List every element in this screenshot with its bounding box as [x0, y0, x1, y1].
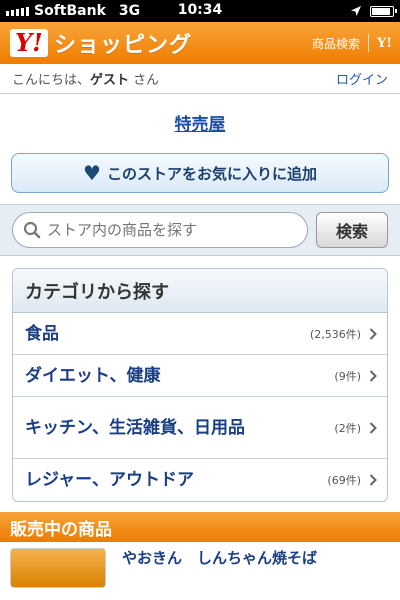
add-to-favorites-label: このストアをお気に入りに追加	[106, 164, 317, 183]
battery-level	[372, 7, 390, 15]
category-meta: (69件)	[327, 472, 377, 488]
product-name: やおきん しんちゃん焼そば	[122, 549, 318, 567]
greeting-prefix: こんにちは、	[12, 73, 91, 88]
chevron-right-icon	[369, 474, 377, 486]
chevron-right-icon	[369, 421, 377, 434]
product-thumbnail	[10, 548, 106, 588]
carrier-name: SoftBank	[34, 3, 106, 19]
signal-strength-icon	[6, 6, 29, 16]
store-name-link[interactable]: 特売屋	[0, 110, 400, 135]
category-list: カテゴリから探す 食品 (2,536件) ダイエット、健康 (9件) キッチン、…	[12, 268, 388, 502]
category-count: (2件)	[334, 421, 361, 435]
category-label: 食品	[25, 323, 59, 344]
category-meta: (2件)	[334, 420, 377, 436]
store-search-bar: 検索	[0, 204, 400, 256]
category-count: (9件)	[334, 369, 361, 383]
header-links: 商品検索 Y!	[304, 34, 392, 52]
selling-products-header: 販売中の商品	[0, 512, 400, 542]
yahoo-logo-mark: Y!	[10, 29, 48, 57]
greeting-user: ゲスト	[90, 73, 130, 88]
product-item[interactable]: やおきん しんちゃん焼そば	[0, 542, 400, 588]
battery-icon	[370, 5, 397, 17]
category-title: カテゴリから探す	[13, 269, 387, 313]
category-item-food[interactable]: 食品 (2,536件)	[13, 313, 387, 355]
chevron-right-icon	[369, 327, 377, 340]
yahoo-top-link[interactable]: Y!	[369, 36, 392, 51]
app-header: Y! ショッピング 商品検索 Y!	[0, 22, 400, 64]
search-icon	[23, 221, 41, 239]
category-label: レジャー、アウトドア	[25, 470, 194, 490]
network-type: 3G	[118, 3, 141, 19]
heart-icon: ♥	[83, 161, 101, 185]
greeting-suffix: さん	[129, 73, 160, 88]
category-label: ダイエット、健康	[25, 365, 161, 386]
category-count: (69件)	[327, 474, 361, 487]
category-item-leisure-outdoor[interactable]: レジャー、アウトドア (69件)	[13, 459, 387, 501]
status-right	[350, 5, 397, 17]
search-input[interactable]	[47, 221, 297, 239]
product-search-link[interactable]: 商品検索	[304, 35, 368, 52]
category-item-diet-health[interactable]: ダイエット、健康 (9件)	[13, 355, 387, 397]
category-count: (2,536件)	[309, 327, 361, 341]
status-left: SoftBank 3G	[6, 3, 140, 19]
chevron-right-icon	[369, 369, 377, 382]
login-link[interactable]: ログイン	[336, 69, 388, 88]
logo-text: ショッピング	[54, 33, 193, 58]
category-label: キッチン、生活雑貨、日用品	[25, 417, 245, 438]
search-field[interactable]	[12, 212, 308, 248]
location-arrow-icon	[351, 6, 361, 16]
greeting-bar: こんにちは、ゲスト さん ログイン	[0, 64, 400, 94]
status-bar: SoftBank 3G 10:34	[0, 0, 400, 22]
category-meta: (9件)	[334, 368, 377, 384]
category-item-kitchen-goods[interactable]: キッチン、生活雑貨、日用品 (2件)	[13, 397, 387, 459]
category-meta: (2,536件)	[310, 326, 377, 342]
add-to-favorites-button[interactable]: ♥ このストアをお気に入りに追加	[11, 153, 389, 193]
greeting-text: こんにちは、ゲスト さん	[12, 69, 159, 88]
shopping-logo[interactable]: Y! ショッピング	[10, 27, 192, 59]
search-button[interactable]: 検索	[316, 212, 388, 248]
